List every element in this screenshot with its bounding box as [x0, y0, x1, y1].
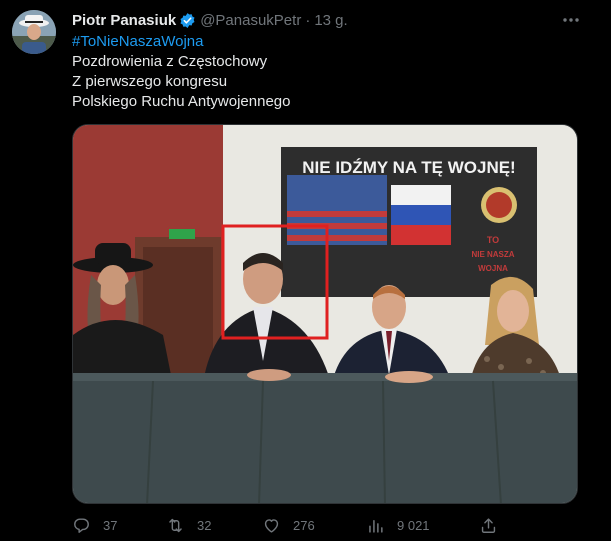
heart-icon	[264, 518, 279, 533]
tweet[interactable]: Piotr Panasiuk @PanasukPetr · 13 g. #ToN…	[0, 0, 611, 541]
tweet-header: Piotr Panasiuk @PanasukPetr · 13 g.	[72, 10, 348, 30]
author-name[interactable]: Piotr Panasiuk	[72, 12, 176, 29]
views-count: 9 021	[397, 517, 430, 533]
photo-image: NIE IDŹMY NA TĘ WOJNĘ! TO NIE NASZA WOJN…	[73, 125, 577, 503]
tweet-text-line: Pozdrowienia z Częstochowy	[72, 53, 268, 70]
tweet-photo[interactable]: NIE IDŹMY NA TĘ WOJNĘ! TO NIE NASZA WOJN…	[72, 124, 578, 504]
retweet-count: 32	[197, 517, 212, 533]
verified-badge-icon[interactable]	[179, 12, 196, 29]
retweet-icon	[169, 518, 182, 532]
views-button[interactable]: 9 021	[366, 514, 430, 536]
banner-text: WOJNA	[478, 264, 508, 273]
reply-count: 37	[103, 517, 118, 533]
tweet-text-line: Polskiego Ruchu Antywojennego	[72, 93, 291, 110]
banner-text: TO	[487, 235, 499, 245]
tweet-text-line: Z pierwszego kongresu	[72, 73, 228, 90]
more-dots-icon[interactable]	[560, 10, 582, 30]
share-icon	[481, 517, 496, 533]
banner-title: NIE IDŹMY NA TĘ WOJNĘ!	[302, 158, 515, 177]
tweet-text: #ToNieNaszaWojna Pozdrowienia z Częstoch…	[72, 32, 592, 112]
views-chart-icon	[369, 519, 383, 533]
reply-button[interactable]: 37	[72, 514, 117, 536]
avatar-image	[12, 10, 56, 54]
author-handle[interactable]: @PanasukPetr	[200, 12, 301, 29]
separator-dot: ·	[305, 11, 311, 29]
share-button[interactable]	[479, 514, 510, 536]
tweet-actions: 37 32 276 9 021	[72, 514, 592, 536]
retweet-button[interactable]: 32	[166, 514, 211, 536]
avatar[interactable]	[12, 10, 56, 54]
banner-text: NIE NASZA	[471, 250, 514, 259]
hashtag-link[interactable]: #ToNieNaszaWojna	[72, 32, 592, 52]
reply-icon	[74, 517, 89, 533]
like-count: 276	[293, 517, 315, 533]
like-button[interactable]: 276	[262, 514, 315, 536]
timestamp[interactable]: 13 g.	[314, 12, 347, 29]
